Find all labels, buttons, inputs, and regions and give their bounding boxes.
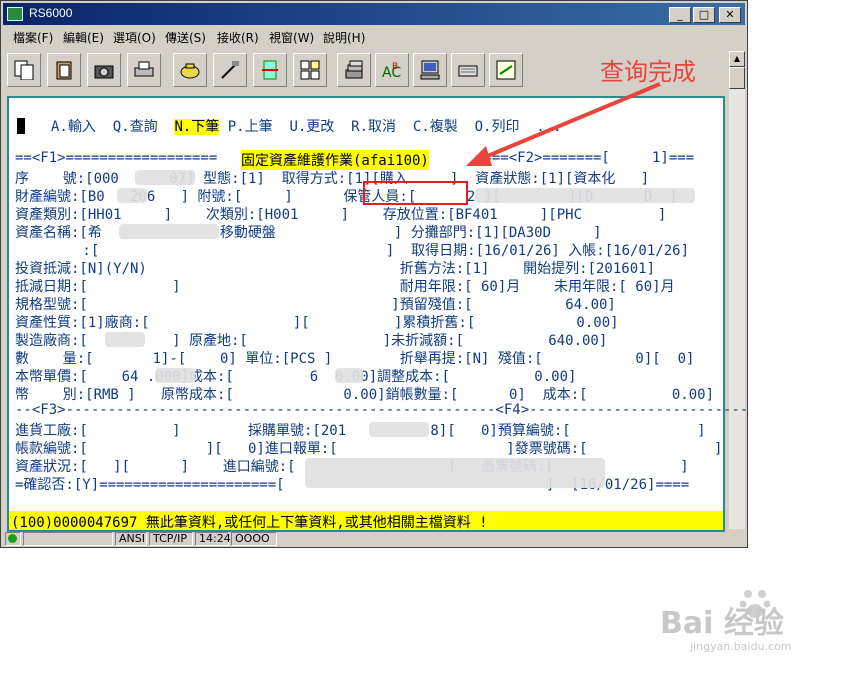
watermark-brand: Bai 经验 xyxy=(660,606,784,641)
annotation-arrow xyxy=(466,82,661,166)
watermark-url: jingyan.baidu.com xyxy=(690,640,792,653)
